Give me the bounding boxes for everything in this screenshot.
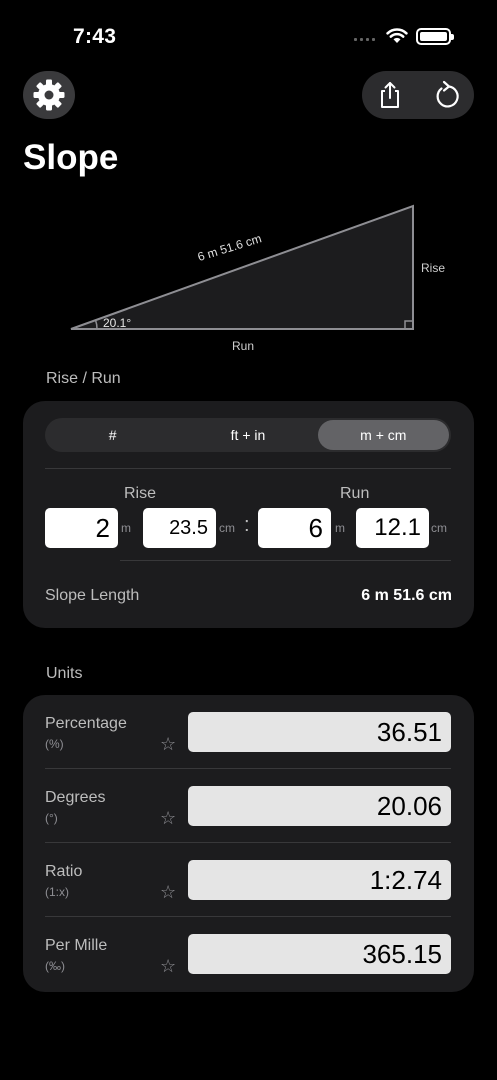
unit-symbol: (°) <box>45 811 58 825</box>
run-meters-unit: m <box>335 521 345 535</box>
gear-icon <box>33 79 65 111</box>
run-meters-input[interactable]: 6 <box>258 508 331 548</box>
share-button[interactable] <box>362 71 418 119</box>
unit-row-percentage: Percentage (%) ☆ 36.51 <box>23 695 474 769</box>
cellular-signal-icon <box>354 38 375 41</box>
rise-meters-unit: m <box>121 521 131 535</box>
rise-run-card: # ft + in m + cm Rise Run 2 m 23.5 cm : … <box>23 401 474 628</box>
unit-name: Per Mille <box>45 937 108 954</box>
share-icon <box>381 82 399 108</box>
unit-symbol: (%) <box>45 737 64 751</box>
percentage-value-field[interactable]: 36.51 <box>188 712 451 752</box>
run-centimeters-unit: cm <box>431 521 447 535</box>
run-label: Run <box>232 339 255 353</box>
units-section-title: Units <box>46 665 83 682</box>
star-icon[interactable]: ☆ <box>160 808 176 829</box>
run-centimeters-input[interactable]: 12.1 <box>356 508 429 548</box>
divider <box>120 560 451 561</box>
slope-length-value: 6 m 51.6 cm <box>361 587 452 604</box>
star-icon[interactable]: ☆ <box>160 882 176 903</box>
per-mille-value-field[interactable]: 365.15 <box>188 934 451 974</box>
unit-name: Percentage <box>45 715 127 732</box>
run-header: Run <box>340 485 370 502</box>
rise-centimeters-unit: cm <box>219 521 235 535</box>
unit-row-ratio: Ratio (1:x) ☆ 1:2.74 <box>23 843 474 917</box>
status-bar: 7:43 <box>0 0 497 60</box>
slope-diagram: 20.1° Run Rise <box>0 195 497 360</box>
reset-icon <box>436 80 459 108</box>
rise-centimeters-input[interactable]: 23.5 <box>143 508 216 548</box>
unit-row-per-mille: Per Mille (‰) ☆ 365.15 <box>23 917 474 991</box>
rise-run-section-title: Rise / Run <box>46 370 121 387</box>
angle-label: 20.1° <box>103 316 132 330</box>
unit-symbol: (1:x) <box>45 885 69 899</box>
segment-ft-in[interactable]: ft + in <box>182 420 313 450</box>
rise-header: Rise <box>124 485 157 502</box>
unit-name: Degrees <box>45 789 106 806</box>
segment-number[interactable]: # <box>47 420 178 450</box>
rise-meters-input[interactable]: 2 <box>45 508 118 548</box>
rise-label: Rise <box>421 261 446 275</box>
battery-icon <box>416 28 454 45</box>
status-time: 7:43 <box>73 25 117 48</box>
star-icon[interactable]: ☆ <box>160 734 176 755</box>
page-title: Slope <box>23 138 119 177</box>
ratio-value-field[interactable]: 1:2.74 <box>188 860 451 900</box>
reset-button[interactable] <box>418 71 474 119</box>
star-icon[interactable]: ☆ <box>160 956 176 977</box>
divider <box>45 468 451 469</box>
unit-name: Ratio <box>45 863 83 880</box>
segment-m-cm[interactable]: m + cm <box>317 420 449 450</box>
wifi-icon <box>386 27 408 49</box>
unit-symbol: (‰) <box>45 959 65 973</box>
ratio-separator: : <box>244 514 250 536</box>
action-pill <box>362 71 474 119</box>
units-card: Percentage (%) ☆ 36.51 Degrees (°) ☆ 20.… <box>23 695 474 992</box>
unit-row-degrees: Degrees (°) ☆ 20.06 <box>23 769 474 843</box>
slope-length-label: Slope Length <box>45 587 140 604</box>
unit-segmented-control: # ft + in m + cm <box>45 418 451 452</box>
degrees-value-field[interactable]: 20.06 <box>188 786 451 826</box>
settings-button[interactable] <box>23 71 75 119</box>
